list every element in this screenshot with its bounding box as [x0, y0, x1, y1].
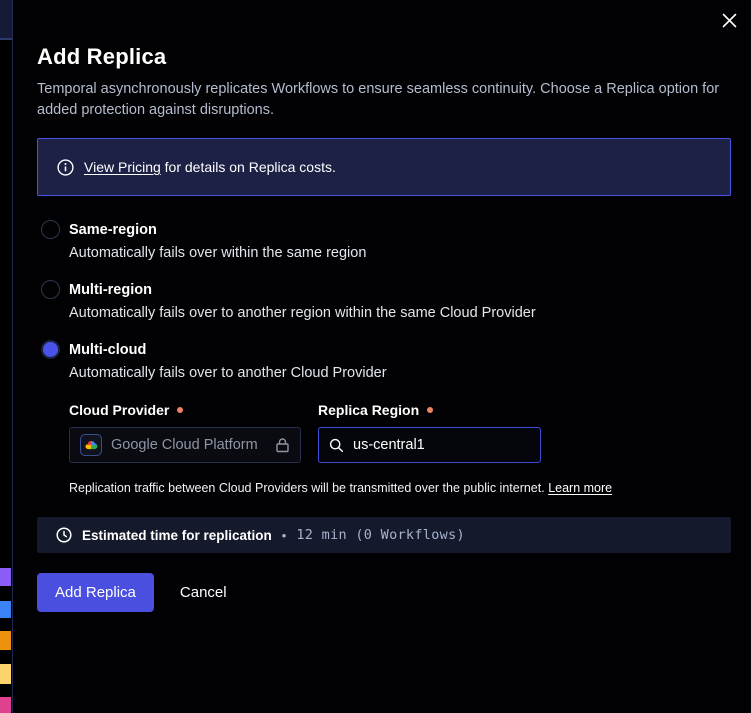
radio-multi-region[interactable]: [41, 280, 60, 299]
estimate-label: Estimated time for replication: [82, 528, 272, 543]
multi-cloud-form: Cloud Provider: [69, 402, 731, 495]
replica-region-label: Replica Region: [318, 402, 541, 418]
required-dot: [177, 407, 183, 413]
option-description: Automatically fails over to another regi…: [69, 305, 731, 321]
cloud-provider-select[interactable]: Google Cloud Platform: [69, 427, 301, 463]
estimate-value: 12 min (0 Workflows): [296, 527, 465, 543]
option-label[interactable]: Multi-region: [69, 282, 152, 298]
replica-region-field-group: Replica Region us-central1: [318, 402, 541, 463]
learn-more-link[interactable]: Learn more: [548, 481, 612, 495]
replica-option-same-region: Same-region Automatically fails over wit…: [37, 220, 731, 261]
search-icon: [329, 438, 344, 453]
replica-option-multi-region: Multi-region Automatically fails over to…: [37, 280, 731, 321]
option-description: Automatically fails over to another Clou…: [69, 365, 731, 381]
cloud-provider-label: Cloud Provider: [69, 402, 301, 418]
option-label[interactable]: Multi-cloud: [69, 342, 146, 358]
clock-icon: [56, 527, 72, 543]
background-stripe-yellow: [0, 664, 11, 684]
cancel-button[interactable]: Cancel: [180, 584, 227, 601]
replica-region-value: us-central1: [353, 437, 425, 453]
background-stripe-blue: [0, 601, 11, 618]
background-stripe-orange: [0, 631, 11, 650]
info-icon: [57, 159, 74, 176]
lock-icon: [275, 437, 290, 453]
replica-option-multi-cloud: Multi-cloud Automatically fails over to …: [37, 340, 731, 495]
background-stripe-pink: [0, 697, 11, 713]
close-icon: [722, 13, 737, 28]
pricing-banner-rest: for details on Replica costs.: [161, 159, 336, 175]
modal-description: Temporal asynchronously replicates Workf…: [37, 79, 727, 121]
estimate-banner: Estimated time for replication • 12 min …: [37, 517, 731, 553]
modal-actions: Add Replica Cancel: [37, 573, 731, 612]
page-title: Add Replica: [37, 44, 731, 70]
close-button[interactable]: [715, 6, 743, 34]
add-replica-button[interactable]: Add Replica: [37, 573, 154, 612]
pricing-info-banner: View Pricing for details on Replica cost…: [37, 138, 731, 196]
view-pricing-link[interactable]: View Pricing: [84, 159, 161, 175]
required-dot: [427, 407, 433, 413]
gcp-logo-icon: [80, 434, 102, 456]
radio-multi-cloud[interactable]: [41, 340, 60, 359]
note-text: Replication traffic between Cloud Provid…: [69, 481, 548, 495]
background-panel-fragment: [0, 0, 12, 40]
radio-same-region[interactable]: [41, 220, 60, 239]
cloud-provider-label-text: Cloud Provider: [69, 402, 169, 418]
cloud-provider-value: Google Cloud Platform: [111, 437, 258, 453]
background-stripe-purple: [0, 568, 11, 586]
cloud-provider-field-group: Cloud Provider: [69, 402, 301, 463]
replica-region-label-text: Replica Region: [318, 402, 419, 418]
public-internet-note: Replication traffic between Cloud Provid…: [69, 481, 731, 495]
add-replica-modal: Add Replica Temporal asynchronously repl…: [12, 0, 751, 713]
option-description: Automatically fails over within the same…: [69, 245, 731, 261]
pricing-banner-text: View Pricing for details on Replica cost…: [84, 159, 336, 175]
replica-region-input[interactable]: us-central1: [318, 427, 541, 463]
option-label[interactable]: Same-region: [69, 222, 157, 238]
estimate-separator: •: [282, 528, 287, 543]
